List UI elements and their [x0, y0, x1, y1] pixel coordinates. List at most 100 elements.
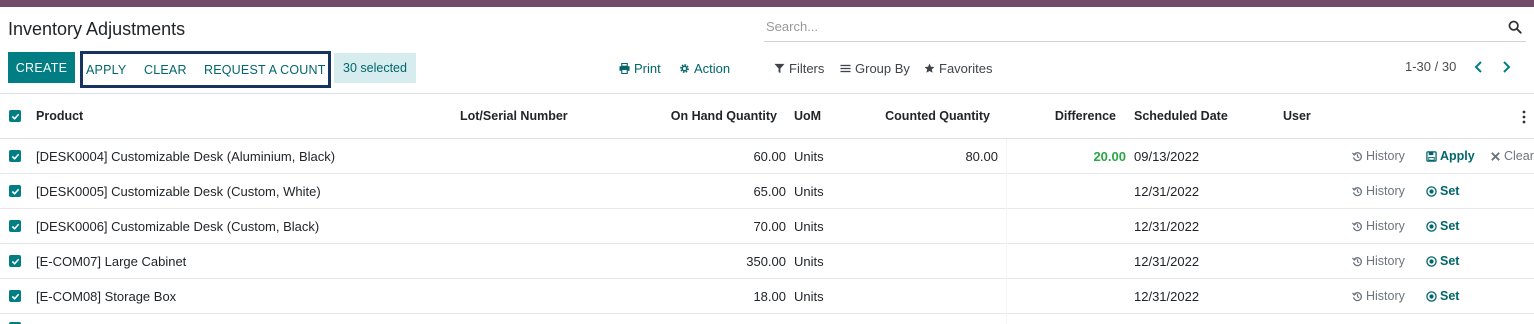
on-hand-cell: 70.00	[753, 218, 786, 234]
column-product[interactable]: Product	[36, 94, 83, 138]
history-label: History	[1366, 254, 1405, 268]
selection-actions: APPLY CLEAR REQUEST A COUNT	[80, 51, 331, 88]
row-clear-button[interactable]: Clear	[1490, 139, 1534, 173]
table-row[interactable]: [E-COM08] Storage Box 18.00 Units 12/31/202…	[0, 279, 1534, 314]
counted-cell[interactable]	[850, 209, 998, 243]
set-label: Set	[1440, 184, 1460, 198]
top-navbar	[0, 0, 1534, 7]
favorites-menu[interactable]: Favorites	[924, 60, 992, 76]
chevron-right-icon	[1502, 61, 1510, 73]
column-uom[interactable]: UoM	[794, 94, 821, 138]
select-all-checkbox[interactable]	[9, 110, 21, 122]
counted-cell[interactable]	[850, 244, 998, 278]
save-icon	[1426, 150, 1437, 162]
target-icon	[1426, 185, 1437, 197]
action-label: Action	[694, 60, 731, 76]
uom-cell: Units	[794, 253, 824, 269]
scheduled-date-cell[interactable]: 12/31/2022	[1134, 174, 1199, 208]
close-icon	[1491, 151, 1500, 161]
print-menu[interactable]: Print	[619, 60, 661, 76]
product-cell[interactable]: [E-COM08] Storage Box	[36, 279, 176, 313]
row-set-button[interactable]: Set	[1426, 244, 1459, 278]
row-checkbox[interactable]	[9, 255, 21, 267]
history-icon	[1352, 151, 1362, 161]
table-header: Product Lot/Serial Number On Hand Quanti…	[0, 93, 1534, 139]
on-hand-cell: 60.00	[753, 148, 786, 164]
target-icon	[1426, 290, 1437, 302]
action-menu[interactable]: Action	[679, 60, 730, 76]
history-button[interactable]: History	[1352, 244, 1405, 278]
star-icon	[924, 63, 935, 73]
history-icon	[1352, 256, 1362, 266]
row-checkbox[interactable]	[9, 220, 21, 232]
set-label: Set	[1440, 219, 1460, 233]
column-scheduled-date[interactable]: Scheduled Date	[1134, 94, 1228, 138]
table-row[interactable]: [DESK0004] Customizable Desk (Aluminium,…	[0, 139, 1534, 174]
check-icon	[11, 188, 19, 195]
column-options-icon[interactable]	[1522, 110, 1526, 124]
history-label: History	[1366, 219, 1405, 233]
history-button[interactable]: History	[1352, 279, 1405, 313]
column-divider	[1006, 139, 1007, 324]
row-set-button[interactable]: Set	[1426, 279, 1459, 313]
table-row[interactable]: [DESK0005] Customizable Desk (Custom, Wh…	[0, 174, 1534, 209]
table-row-partial	[0, 314, 1534, 324]
check-icon	[11, 223, 19, 230]
column-on-hand[interactable]: On Hand Quantity	[640, 94, 777, 138]
previous-page-button[interactable]	[1471, 59, 1485, 75]
clear-button[interactable]: CLEAR	[144, 54, 187, 85]
product-cell[interactable]: [DESK0006] Customizable Desk (Custom, Bl…	[36, 209, 319, 243]
product-cell[interactable]: [DESK0004] Customizable Desk (Aluminium,…	[36, 139, 335, 173]
history-button[interactable]: History	[1352, 139, 1405, 173]
search-input[interactable]	[766, 19, 1486, 34]
pager-value[interactable]: 1-30 / 30	[1405, 59, 1456, 74]
column-difference[interactable]: Difference	[1010, 94, 1116, 138]
uom-cell: Units	[794, 183, 824, 199]
difference-cell: 20.00	[1093, 148, 1126, 164]
history-icon	[1352, 221, 1362, 231]
row-set-button[interactable]: Set	[1426, 209, 1459, 243]
inventory-table: Product Lot/Serial Number On Hand Quanti…	[0, 93, 1534, 324]
row-checkbox[interactable]	[9, 150, 21, 162]
check-icon	[11, 153, 19, 160]
group-by-menu[interactable]: Group By	[840, 60, 910, 76]
table-row[interactable]: [DESK0006] Customizable Desk (Custom, Bl…	[0, 209, 1534, 244]
search-icon[interactable]	[1508, 20, 1522, 34]
apply-button[interactable]: APPLY	[86, 54, 126, 85]
history-label: History	[1366, 289, 1405, 303]
create-button[interactable]: CREATE	[8, 52, 75, 83]
counted-cell[interactable]	[850, 279, 998, 313]
product-cell[interactable]: [DESK0005] Customizable Desk (Custom, Wh…	[36, 174, 321, 208]
scheduled-date-cell[interactable]: 12/31/2022	[1134, 279, 1199, 313]
row-set-button[interactable]: Set	[1426, 174, 1459, 208]
print-icon	[619, 62, 630, 74]
request-count-button[interactable]: REQUEST A COUNT	[204, 54, 326, 85]
history-label: History	[1366, 149, 1405, 163]
next-page-button[interactable]	[1499, 59, 1513, 75]
page-title: Inventory Adjustments	[8, 19, 186, 39]
filters-menu[interactable]: Filters	[774, 60, 824, 76]
filter-icon	[774, 63, 785, 73]
check-icon	[11, 293, 19, 300]
scheduled-date-cell[interactable]: 12/31/2022	[1134, 244, 1199, 278]
apply-label: Apply	[1440, 149, 1475, 163]
product-cell[interactable]: [E-COM07] Large Cabinet	[36, 244, 186, 278]
scheduled-date-cell[interactable]: 12/31/2022	[1134, 209, 1199, 243]
scheduled-date-cell[interactable]: 09/13/2022	[1134, 139, 1199, 173]
column-lot[interactable]: Lot/Serial Number	[460, 94, 568, 138]
counted-cell[interactable]: 80.00	[850, 139, 998, 173]
column-user[interactable]: User	[1283, 94, 1311, 138]
counted-cell[interactable]	[850, 174, 998, 208]
uom-cell: Units	[794, 288, 824, 304]
row-checkbox[interactable]	[9, 185, 21, 197]
check-icon	[11, 258, 19, 265]
history-button[interactable]: History	[1352, 209, 1405, 243]
history-button[interactable]: History	[1352, 174, 1405, 208]
on-hand-cell: 65.00	[753, 183, 786, 199]
row-checkbox[interactable]	[9, 290, 21, 302]
row-apply-button[interactable]: Apply	[1426, 139, 1475, 173]
table-row[interactable]: [E-COM07] Large Cabinet 350.00 Units 12/31/…	[0, 244, 1534, 279]
column-counted[interactable]: Counted Quantity	[850, 94, 990, 138]
clear-label: Clear	[1504, 149, 1534, 163]
difference-cell	[1010, 174, 1126, 208]
